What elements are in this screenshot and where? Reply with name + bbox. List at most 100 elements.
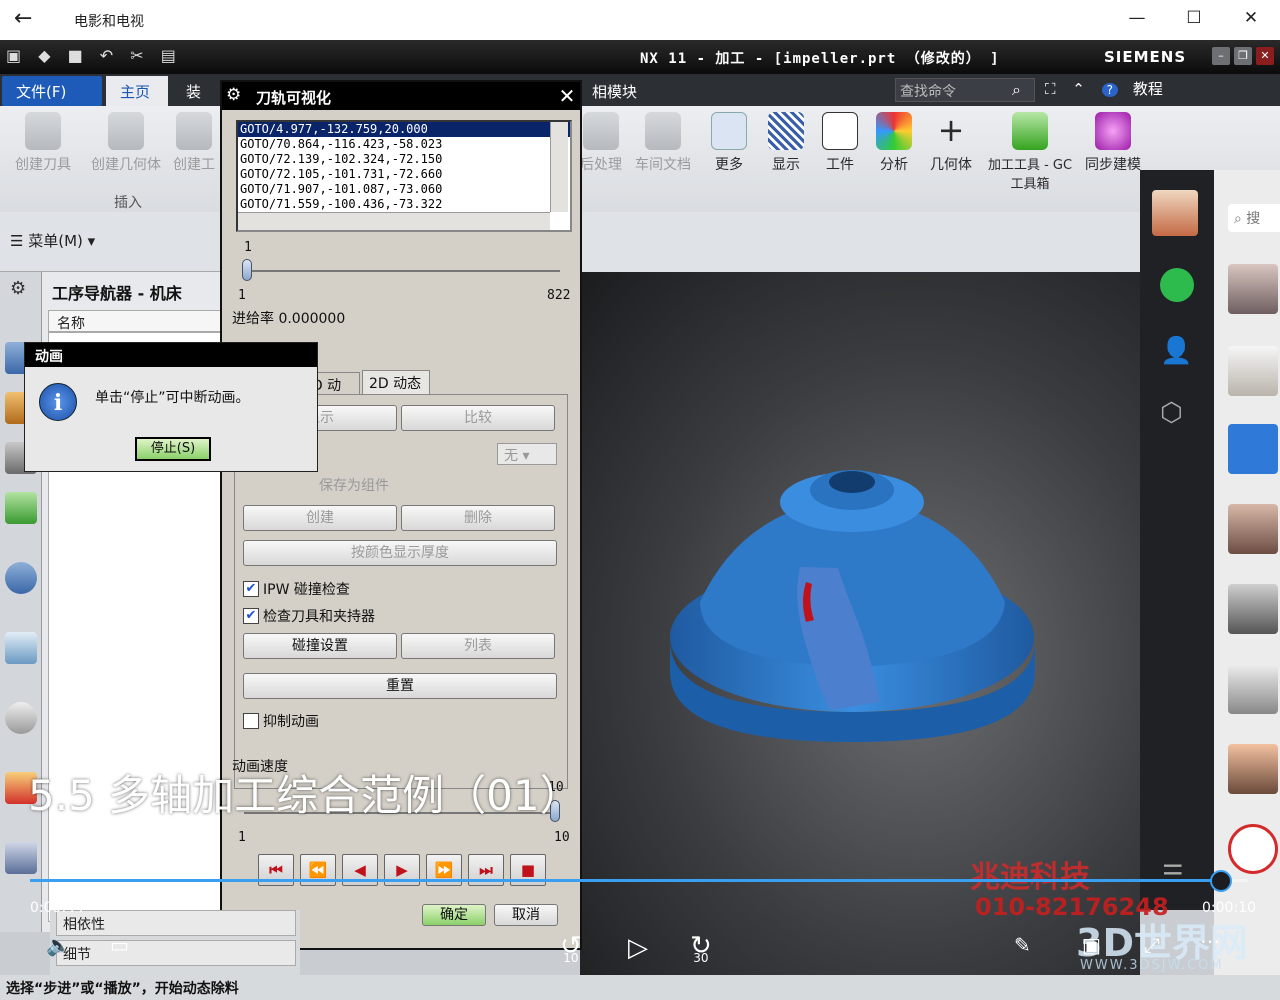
user-avatar[interactable] — [1152, 190, 1198, 236]
edit-icon[interactable]: ✎ — [1014, 933, 1031, 957]
info-icon: i — [39, 383, 77, 421]
create-geometry-button[interactable]: 创建几何体 — [86, 112, 166, 174]
create-operation-icon — [176, 112, 212, 150]
volume-icon[interactable]: 🔈 — [46, 933, 71, 957]
player-titlebar: ← 电影和电视 — ☐ ✕ — [0, 0, 1280, 40]
chat-item[interactable] — [1228, 664, 1278, 714]
create-button[interactable]: 创建 — [243, 505, 397, 531]
video-title: 5.5 多轴加工综合范例（01） — [28, 771, 582, 820]
chat-item[interactable] — [1228, 584, 1278, 634]
gc-toolbox-button[interactable]: 加工工具 - GC工具箱 — [982, 112, 1078, 192]
navigator-column-header[interactable]: 名称 — [48, 310, 228, 332]
display-button[interactable]: 显示 — [760, 112, 812, 174]
gear-icon[interactable]: ⚙ — [10, 278, 26, 299]
ipw-resolution-dropdown[interactable]: 无 ▾ — [497, 443, 557, 465]
mini-view-icon[interactable]: ▣ — [1082, 933, 1101, 957]
system-scene-icon[interactable] — [5, 842, 37, 874]
reset-button[interactable]: 重置 — [243, 673, 557, 699]
nx-restore-icon[interactable]: ❐ — [1234, 47, 1252, 65]
nx-close-icon[interactable]: ✕ — [1256, 47, 1274, 65]
gear-icon[interactable]: ⚙ — [226, 85, 241, 105]
close-icon[interactable]: ✕ — [556, 85, 578, 107]
shop-doc-icon — [645, 112, 681, 150]
chat-item[interactable] — [1228, 264, 1278, 314]
goto-line[interactable]: GOTO/70.864,-116.423,-58.023 — [238, 137, 570, 152]
toolpath-slider-track[interactable] — [244, 270, 560, 272]
tab-home[interactable]: 主页 — [106, 76, 168, 106]
horizontal-scrollbar[interactable] — [238, 212, 550, 230]
web-browser-icon[interactable] — [5, 632, 37, 664]
collapse-ribbon-icon[interactable]: ⌃ — [1072, 80, 1085, 98]
skip-forward-button[interactable]: ↻ 30 — [690, 931, 712, 965]
geometry-button[interactable]: + 几何体 — [922, 112, 980, 174]
check-tool-holder-checkbox[interactable]: ✔ — [243, 608, 259, 624]
goto-line[interactable]: GOTO/71.559,-100.436,-73.322 — [238, 197, 570, 212]
vertical-scrollbar[interactable] — [550, 122, 568, 212]
toolpath-listing[interactable]: GOTO/4.977,-132.759,20.000 GOTO/70.864,-… — [236, 120, 572, 232]
ipw-collision-checkbox[interactable]: ✔ — [243, 581, 259, 597]
shop-doc-button[interactable]: 车间文档 — [630, 112, 696, 174]
more-options-icon[interactable]: ⋯ — [1200, 929, 1220, 953]
close-icon[interactable]: ✕ — [1236, 8, 1266, 28]
toolpath-slider-thumb[interactable] — [242, 259, 252, 281]
more-icon — [711, 112, 747, 150]
cube-icon[interactable]: ⬡ — [1160, 398, 1183, 428]
cancel-button[interactable]: 取消 — [494, 904, 558, 926]
list-button[interactable]: 列表 — [401, 633, 555, 659]
compare-button[interactable]: 比较 — [401, 405, 555, 431]
more-button[interactable]: 更多 — [702, 112, 756, 174]
search-icon[interactable]: ⌕ 搜 — [1228, 204, 1280, 232]
subtitles-icon[interactable]: ▭ — [110, 933, 129, 957]
speed-max: 10 — [554, 830, 570, 845]
goto-line[interactable]: GOTO/72.105,-101.731,-72.660 — [238, 167, 570, 182]
suppress-animation-checkbox[interactable] — [243, 713, 259, 729]
postprocess-button[interactable]: 后处理 — [578, 112, 624, 174]
play-icon[interactable]: ▷ — [628, 933, 648, 963]
stop-animation-button[interactable]: 停止(S) — [135, 437, 211, 461]
fullscreen-icon[interactable]: ⛶ — [1045, 80, 1056, 98]
more-menu-icon[interactable]: ☰ — [1162, 860, 1184, 888]
goto-line[interactable]: GOTO/71.907,-101.087,-73.060 — [238, 182, 570, 197]
create-operation-button[interactable]: 创建工 — [168, 112, 220, 174]
screen: ← 电影和电视 — ☐ ✕ ▣ ◆ ■ ↶ ✂ ▤ NX 11 - 加工 - [… — [0, 0, 1280, 1000]
chat-item[interactable] — [1228, 424, 1278, 474]
minimize-icon[interactable]: — — [1122, 8, 1152, 28]
quick-access-toolbar[interactable]: ▣ ◆ ■ ↶ ✂ ▤ — [6, 46, 182, 65]
nx-minimize-icon[interactable]: – — [1212, 47, 1230, 65]
gc-toolbox-icon — [1012, 112, 1048, 150]
tab-2d-dynamic[interactable]: 2D 动态 — [362, 370, 430, 396]
tab-assembly[interactable]: 装配 — [172, 76, 222, 122]
history-icon[interactable] — [5, 702, 37, 734]
fullscreen-icon[interactable]: ⤢ — [1144, 933, 1160, 957]
help-icon[interactable]: ? — [1101, 83, 1119, 97]
player-controls: 🔈 ▭ ↺ 10 ▷ ↻ 30 ✎ ▣ ⤢ ⋯ — [0, 925, 1280, 975]
contacts-icon[interactable]: 👤 — [1160, 336, 1192, 366]
ok-button[interactable]: 确定 — [422, 904, 486, 926]
chat-item[interactable] — [1228, 824, 1278, 874]
workpiece-icon — [822, 112, 858, 150]
tutorial-link[interactable]: 教程 — [1133, 80, 1163, 98]
progress-fill — [30, 879, 1222, 882]
collision-settings-button[interactable]: 碰撞设置 — [243, 633, 397, 659]
goto-line[interactable]: GOTO/4.977,-132.759,20.000 — [238, 122, 570, 137]
chat-icon[interactable] — [1160, 268, 1194, 302]
reuse-library-icon[interactable] — [5, 492, 37, 524]
delete-button[interactable]: 删除 — [401, 505, 555, 531]
chat-item[interactable] — [1228, 346, 1278, 396]
workpiece-button[interactable]: 工件 — [814, 112, 866, 174]
tab-module[interactable]: 相模块 — [578, 76, 651, 106]
chat-item[interactable] — [1228, 744, 1278, 794]
menu-button[interactable]: ☰ 菜单(M) ▾ — [10, 230, 95, 251]
info-icon[interactable] — [5, 562, 37, 594]
search-icon[interactable]: ⌕ — [1012, 80, 1021, 100]
analysis-button[interactable]: 分析 — [868, 112, 920, 174]
skip-back-button[interactable]: ↺ 10 — [560, 931, 582, 965]
goto-line[interactable]: GOTO/72.139,-102.324,-72.150 — [238, 152, 570, 167]
back-arrow-icon[interactable]: ← — [14, 6, 32, 31]
sync-modeling-button[interactable]: 同步建模 — [1084, 112, 1142, 174]
maximize-icon[interactable]: ☐ — [1179, 8, 1209, 28]
create-tool-button[interactable]: 创建刀具 — [10, 112, 76, 174]
chat-item[interactable] — [1228, 504, 1278, 554]
tab-file[interactable]: 文件(F) — [2, 76, 102, 106]
color-thickness-button[interactable]: 按颜色显示厚度 — [243, 540, 557, 566]
